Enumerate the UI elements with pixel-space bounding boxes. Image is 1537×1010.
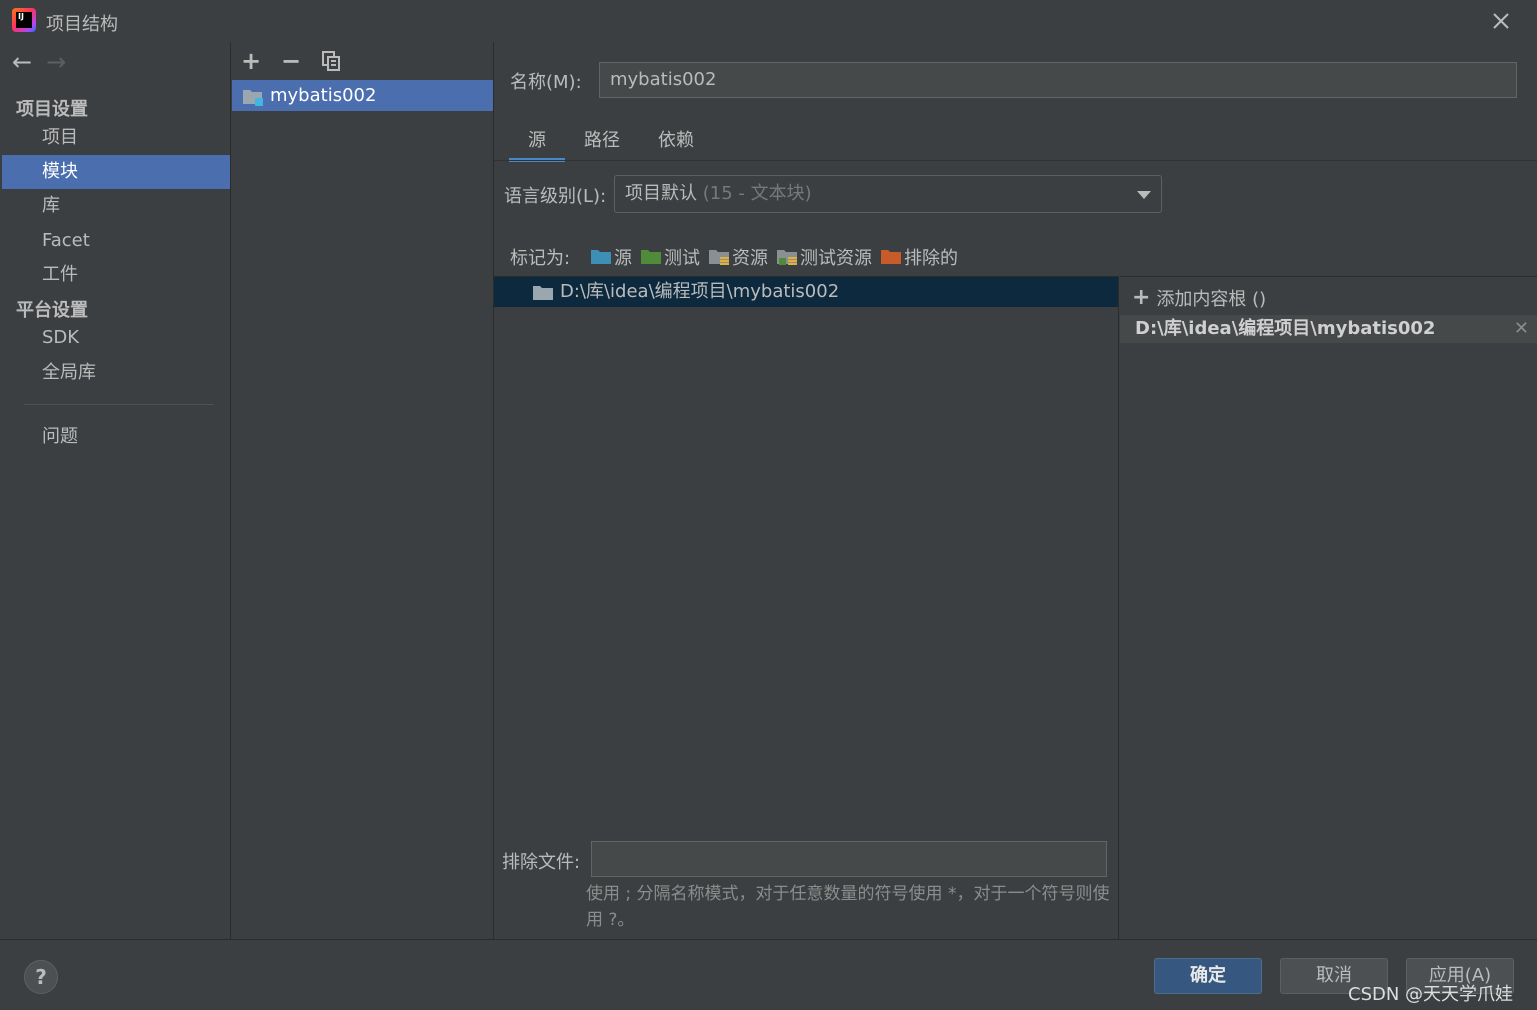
- chevron-down-icon: [1137, 191, 1151, 199]
- sidebar-item-project[interactable]: 项目: [2, 121, 230, 155]
- mark-as-toolbar: 源 测试 资源 测试资源 排除的: [590, 244, 958, 270]
- name-label: 名称(M):: [510, 72, 582, 93]
- sidebar-item-libraries[interactable]: 库: [2, 189, 230, 223]
- test-resource-folder-icon: [777, 250, 797, 265]
- exclude-files-input[interactable]: [591, 841, 1107, 877]
- close-icon[interactable]: ✕: [1514, 315, 1529, 343]
- module-list-panel: + − mybatis002: [232, 42, 493, 939]
- tab-sources[interactable]: 源: [509, 124, 565, 162]
- add-icon: +: [1132, 285, 1151, 310]
- divider: [1118, 276, 1119, 939]
- ok-button[interactable]: 确定: [1154, 958, 1262, 994]
- group-project-settings: 项目设置: [16, 99, 88, 120]
- mark-test-resource-button[interactable]: 测试资源: [776, 244, 872, 270]
- language-level-value: 项目默认: [625, 183, 697, 204]
- intellij-logo-icon: IJ: [12, 8, 36, 32]
- sidebar-item-global-libraries[interactable]: 全局库: [2, 356, 230, 390]
- mark-excluded-button[interactable]: 排除的: [880, 244, 958, 270]
- resource-folder-icon: [709, 250, 729, 265]
- dialog-footer: ? 确定 取消 应用(A) CSDN @天天学爪娃: [0, 939, 1537, 1010]
- exclude-files-label: 排除文件:: [502, 852, 581, 873]
- source-folder-icon: [591, 250, 611, 264]
- help-icon[interactable]: ?: [24, 960, 58, 994]
- tabs-underline: [494, 160, 1537, 161]
- language-level-label: 语言级别(L):: [504, 186, 607, 207]
- content-tree-panel: D:\库\idea\编程项目\mybatis002 排除文件: 使用 ; 分隔名…: [494, 276, 1118, 939]
- remove-icon[interactable]: −: [280, 49, 302, 73]
- title-bar: IJ 项目结构: [0, 0, 1537, 42]
- tree-row[interactable]: D:\库\idea\编程项目\mybatis002: [494, 277, 1118, 307]
- window-title: 项目结构: [46, 14, 118, 35]
- module-name: mybatis002: [270, 85, 377, 106]
- watermark-text: CSDN @天天学爪娃: [1348, 984, 1514, 1005]
- mark-as-label: 标记为:: [510, 248, 571, 269]
- mark-source-button[interactable]: 源: [590, 244, 632, 270]
- test-folder-icon: [641, 250, 661, 264]
- tab-dependencies[interactable]: 依赖: [639, 124, 713, 162]
- sidebar-item-modules[interactable]: 模块: [2, 155, 230, 189]
- exclude-hint-text: 使用 ; 分隔名称模式，对于任意数量的符号使用 *，对于一个符号则使用 ?。: [586, 884, 1110, 930]
- add-content-root-label: 添加内容根 (): [1156, 289, 1267, 310]
- forward-arrow-icon[interactable]: →: [46, 50, 66, 76]
- tree-path: D:\库\idea\编程项目\mybatis002: [560, 281, 840, 302]
- back-arrow-icon[interactable]: ←: [12, 50, 32, 76]
- settings-sidebar: ← → 项目设置 项目 模块 库 Facet 工件 平台设置 SDK 全局库 问…: [2, 42, 230, 939]
- content-root-item[interactable]: D:\库\idea\编程项目\mybatis002 ✕: [1120, 315, 1537, 343]
- module-toolbar: + −: [240, 48, 342, 74]
- add-content-root-button[interactable]: + 添加内容根 (): [1132, 285, 1266, 311]
- sidebar-item-sdk[interactable]: SDK: [2, 321, 230, 355]
- group-platform-settings: 平台设置: [16, 300, 88, 321]
- module-tabs: 源 路径 依赖: [509, 124, 713, 162]
- mark-resource-button[interactable]: 资源: [708, 244, 768, 270]
- tab-paths[interactable]: 路径: [565, 124, 639, 162]
- close-icon[interactable]: [1488, 8, 1514, 34]
- divider: [230, 42, 231, 939]
- module-details-panel: 名称(M): mybatis002 源 路径 依赖 语言级别(L): 项目默认 …: [494, 42, 1537, 939]
- excluded-folder-icon: [881, 250, 901, 264]
- sidebar-divider: [24, 404, 214, 405]
- copy-icon[interactable]: [320, 50, 342, 72]
- sidebar-item-artifacts[interactable]: 工件: [2, 258, 230, 292]
- content-root-path: D:\库\idea\编程项目\mybatis002: [1135, 318, 1436, 339]
- sidebar-item-problems[interactable]: 问题: [2, 420, 230, 454]
- list-item-module[interactable]: mybatis002: [232, 80, 493, 111]
- language-level-hint: (15 - 文本块): [697, 183, 812, 204]
- sidebar-item-facet[interactable]: Facet: [2, 224, 230, 258]
- add-icon[interactable]: +: [240, 49, 262, 73]
- folder-icon: [533, 286, 553, 300]
- nav-arrows: ← →: [12, 50, 66, 76]
- language-level-select[interactable]: 项目默认 (15 - 文本块): [614, 175, 1162, 213]
- content-roots-panel: + 添加内容根 () D:\库\idea\编程项目\mybatis002 ✕: [1120, 276, 1537, 939]
- module-name-input[interactable]: mybatis002: [599, 62, 1517, 98]
- mark-test-button[interactable]: 测试: [640, 244, 700, 270]
- module-folder-icon: [243, 90, 263, 106]
